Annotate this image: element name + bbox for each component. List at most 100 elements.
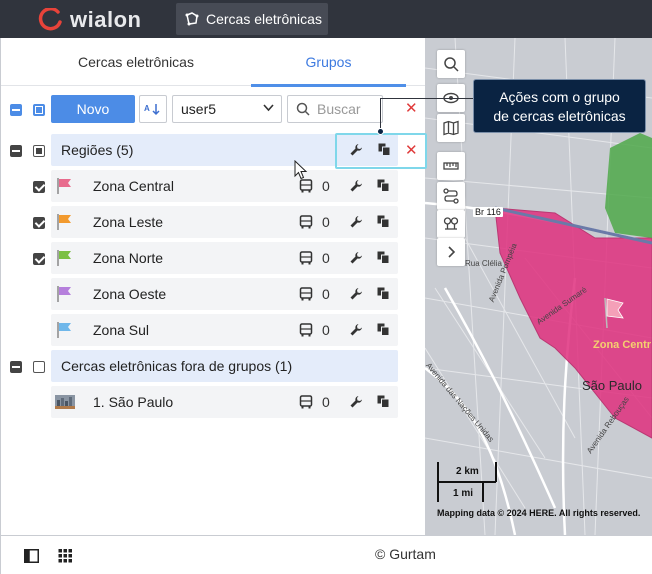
user-select[interactable]: user5 <box>172 95 282 123</box>
footer-copyright: © Gurtam <box>375 546 436 562</box>
item-count: 0 <box>322 322 330 338</box>
copy-icon[interactable] <box>377 287 390 300</box>
tab-geofences[interactable]: Cercas eletrônicas <box>21 38 251 86</box>
callout-tooltip: Ações com o grupo de cercas eletrônicas <box>473 79 646 133</box>
search-icon <box>296 102 310 116</box>
collapse-all-toggle[interactable] <box>10 104 22 116</box>
copy-icon[interactable] <box>377 323 390 336</box>
list-item[interactable]: Zona Sul 0 <box>51 314 398 346</box>
logo-text: wialon <box>70 7 142 32</box>
panel-tabs: Cercas eletrônicas Grupos <box>1 38 426 87</box>
city-thumbnail-icon <box>55 395 75 409</box>
bus-icon <box>299 215 313 229</box>
chevron-down-icon <box>263 104 274 112</box>
select-all-checkbox[interactable] <box>33 104 45 116</box>
apps-grid-icon[interactable] <box>58 549 73 563</box>
wrench-icon[interactable] <box>349 287 363 301</box>
group-actions-highlight <box>335 133 427 169</box>
flag-icon <box>57 214 71 230</box>
svg-text:A: A <box>144 104 150 113</box>
item-count: 0 <box>322 178 330 194</box>
sort-az-icon[interactable]: A <box>139 95 167 123</box>
wrench-icon[interactable] <box>349 323 363 337</box>
callout-dot <box>377 128 384 135</box>
group-collapse-toggle[interactable] <box>10 145 22 157</box>
item-label: Zona Leste <box>93 214 164 230</box>
flag-icon <box>57 250 71 266</box>
route-icon <box>443 188 459 204</box>
copy-icon[interactable] <box>377 395 390 408</box>
map-label-rua-clelia: Rua Clélia <box>465 259 502 268</box>
flag-icon <box>57 286 71 302</box>
group-checkbox-partial[interactable] <box>33 145 45 157</box>
item-label: Zona Oeste <box>93 286 167 302</box>
item-label: 1. São Paulo <box>93 394 174 410</box>
bus-icon <box>299 251 313 265</box>
wrench-icon[interactable] <box>349 395 363 409</box>
new-button[interactable]: Novo <box>51 95 135 123</box>
toolbar: Novo A user5 ✕ <box>1 94 426 126</box>
map-copyright: Mapping data © 2024 HERE. All rights res… <box>437 508 641 518</box>
copy-icon[interactable] <box>377 179 390 192</box>
ruler-button[interactable] <box>437 152 465 180</box>
user-select-value: user5 <box>181 101 217 117</box>
map-tools <box>437 50 465 266</box>
item-label: Zona Sul <box>93 322 150 338</box>
item-checkbox[interactable] <box>33 253 45 265</box>
panel-toggle-icon[interactable] <box>24 549 39 563</box>
item-checkbox[interactable] <box>33 217 45 229</box>
item-checkbox[interactable] <box>33 181 45 193</box>
group-row[interactable]: Cercas eletrônicas fora de grupos (1) <box>51 350 398 382</box>
copy-icon[interactable] <box>377 215 390 228</box>
list-item[interactable]: Zona Oeste 0 <box>51 278 398 310</box>
item-count: 0 <box>322 250 330 266</box>
callout-connector <box>380 98 473 132</box>
map-label-zone: Zona Centr <box>593 339 652 351</box>
top-bar: wialon Cercas eletrônicas <box>0 0 652 38</box>
scale-km: 2 km <box>456 466 479 477</box>
item-count: 0 <box>322 286 330 302</box>
expand-tools-button[interactable] <box>437 238 465 266</box>
geofences-panel: Cercas eletrônicas Grupos Novo A user5 B… <box>0 38 426 535</box>
points-button[interactable] <box>437 210 465 238</box>
map-search-button[interactable] <box>437 50 465 78</box>
map-label-city: São Paulo <box>582 378 642 393</box>
list-item[interactable]: 1. São Paulo 0 <box>51 386 398 418</box>
tab-groups[interactable]: Grupos <box>251 38 406 87</box>
list-item[interactable]: Zona Norte 0 <box>51 242 398 274</box>
mouse-cursor-icon <box>294 160 308 180</box>
scale-mi: 1 mi <box>453 488 474 499</box>
callout-line-2: de cercas eletrônicas <box>493 108 626 124</box>
geofence-icon <box>185 12 199 26</box>
wrench-icon[interactable] <box>349 179 363 193</box>
map-label-br: Br 116 <box>473 207 503 217</box>
item-count: 0 <box>322 214 330 230</box>
bus-icon <box>299 323 313 337</box>
list-item[interactable]: Zona Central 0 <box>51 170 398 202</box>
callout-line-1: Ações com o grupo <box>499 89 620 105</box>
app-tab-label: Cercas eletrônicas <box>206 11 322 27</box>
route-button[interactable] <box>437 182 465 210</box>
search-icon <box>444 57 459 72</box>
list-item[interactable]: Zona Leste 0 <box>51 206 398 238</box>
search-input[interactable] <box>317 101 377 117</box>
app-tab-geofences[interactable]: Cercas eletrônicas <box>176 3 328 35</box>
group-label: Regiões (5) <box>61 142 134 158</box>
location-pins-icon <box>443 217 459 230</box>
flag-icon <box>57 322 71 338</box>
wrench-icon[interactable] <box>349 251 363 265</box>
bus-icon <box>299 179 313 193</box>
bottom-bar: © Gurtam <box>0 535 652 574</box>
bus-icon <box>299 287 313 301</box>
map-scale: 2 km 1 mi <box>437 462 497 502</box>
group-collapse-toggle[interactable] <box>10 361 22 373</box>
group-checkbox[interactable] <box>33 361 45 373</box>
logo[interactable]: wialon <box>38 7 141 33</box>
wialon-logo-icon <box>38 8 62 31</box>
ruler-icon <box>443 162 459 170</box>
wrench-icon[interactable] <box>349 215 363 229</box>
item-label: Zona Central <box>93 178 174 194</box>
flag-icon <box>57 178 71 194</box>
copy-icon[interactable] <box>377 251 390 264</box>
search-box <box>287 95 383 123</box>
